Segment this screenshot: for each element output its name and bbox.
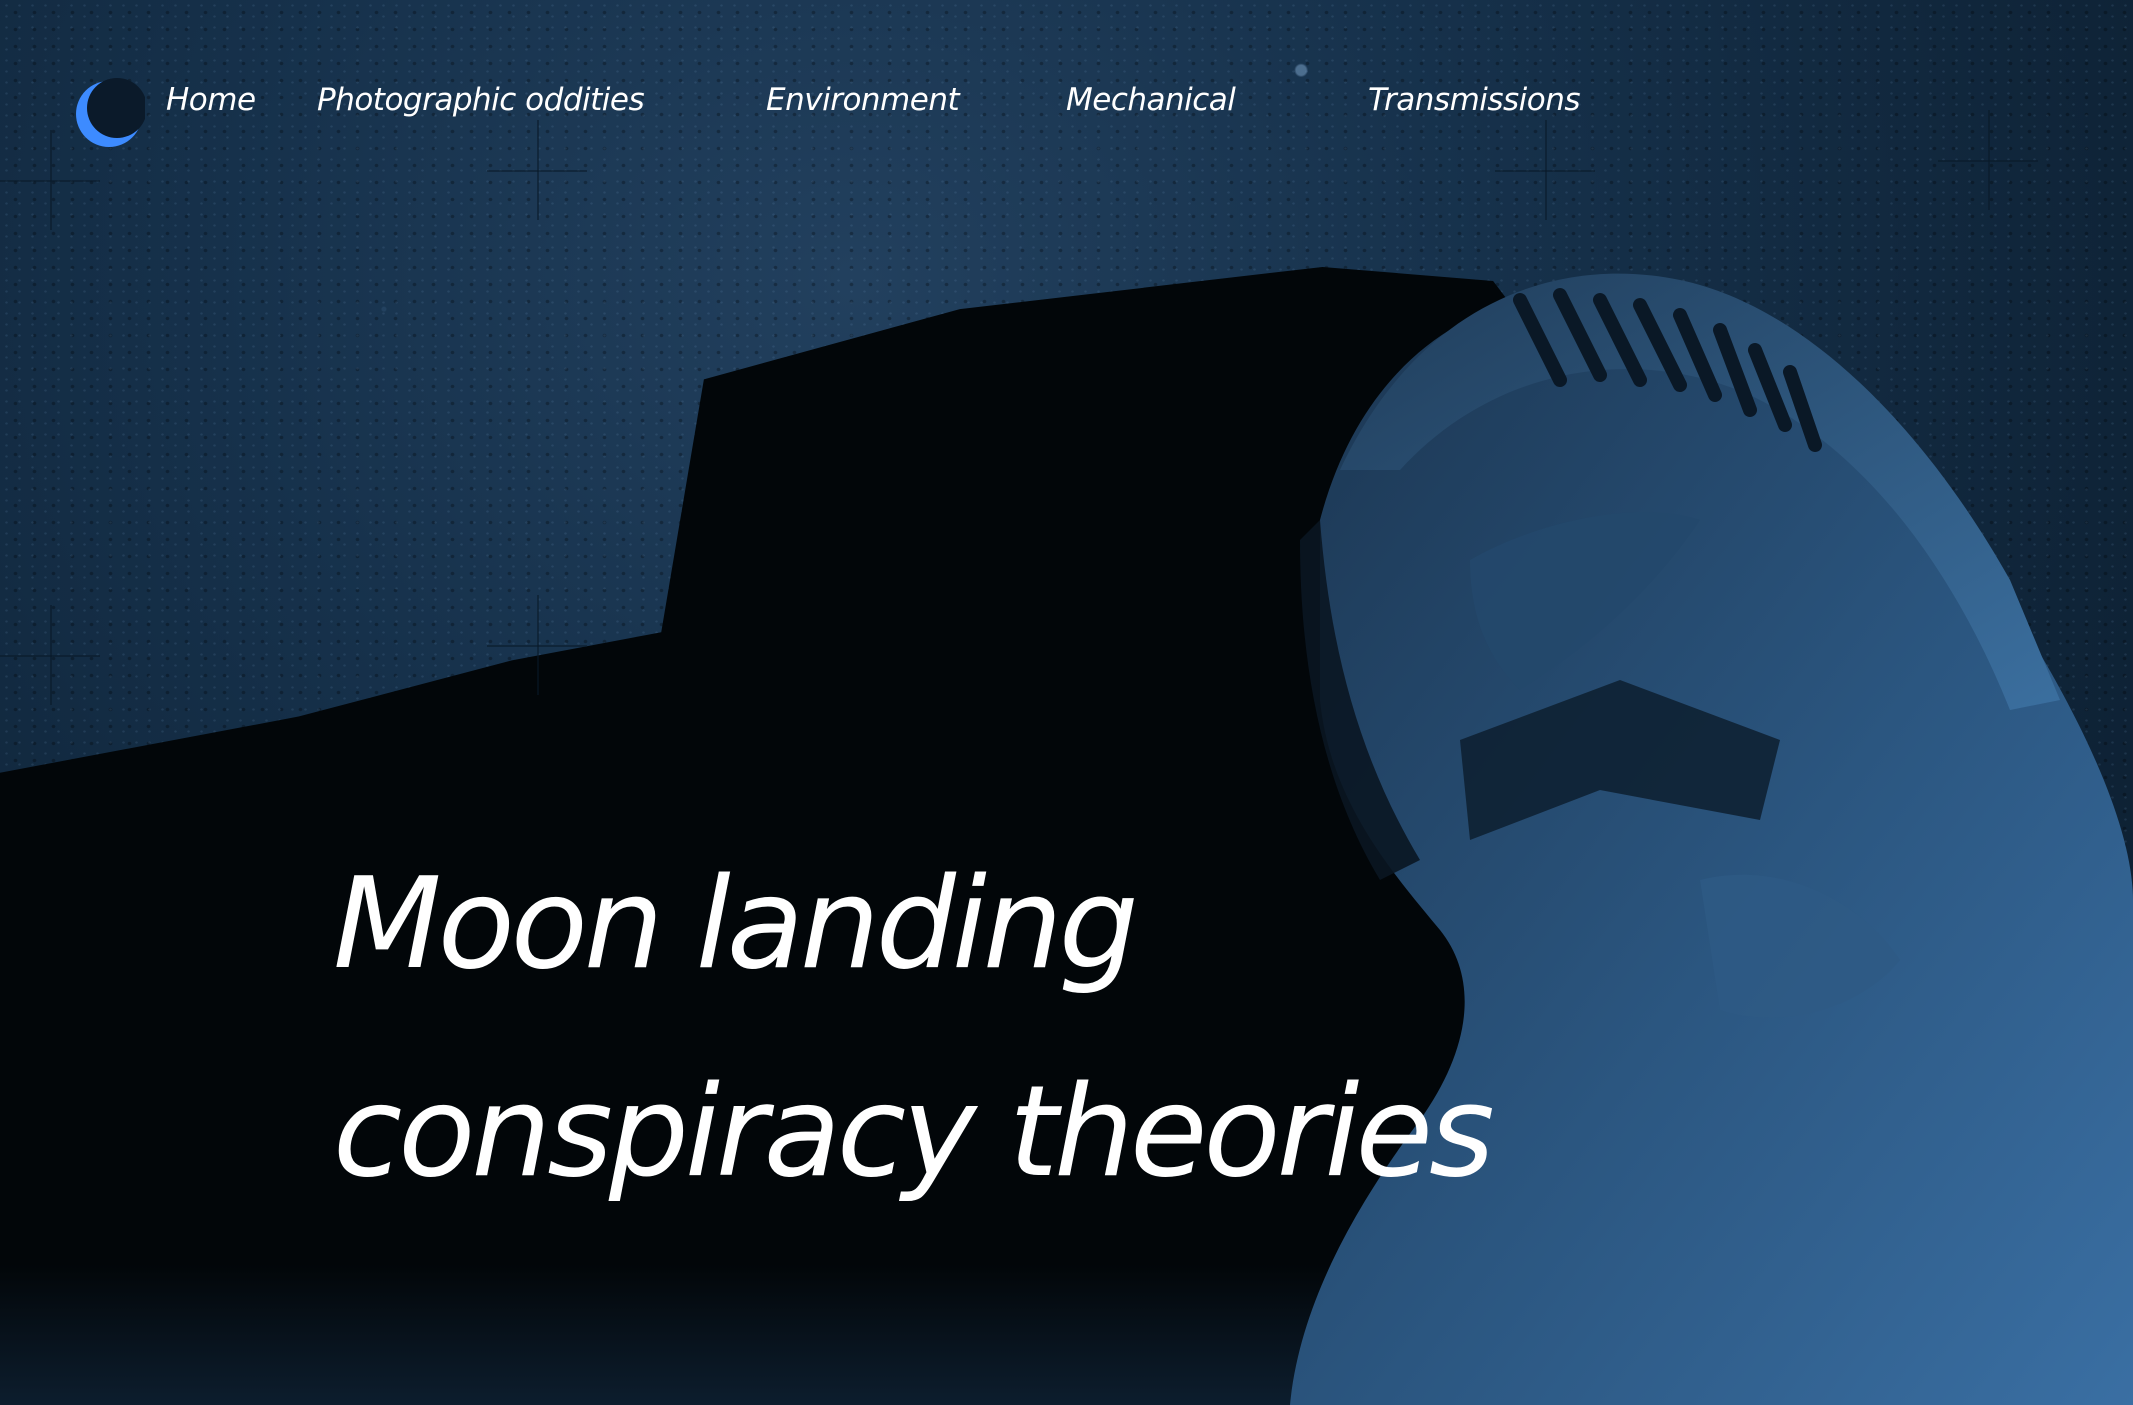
top-navigation: Home Photographic oddities Environment M… [0, 0, 2133, 210]
nav-link-mechanical[interactable]: Mechanical [1066, 82, 1236, 118]
crosshair-marker [487, 595, 587, 695]
nav-link-photographic-oddities[interactable]: Photographic oddities [317, 82, 645, 118]
crescent-moon-icon[interactable] [73, 78, 145, 150]
crosshair-marker [0, 605, 100, 705]
page-title-line-2: conspiracy theories [333, 1058, 1495, 1205]
page-title: Moon landing conspiracy theories [333, 820, 1495, 1236]
hero-section: Home Photographic oddities Environment M… [0, 0, 2133, 1405]
nav-link-transmissions[interactable]: Transmissions [1368, 82, 1581, 118]
page-title-line-1: Moon landing [333, 850, 1139, 997]
nav-link-environment[interactable]: Environment [766, 82, 960, 118]
nav-link-home[interactable]: Home [166, 82, 256, 118]
